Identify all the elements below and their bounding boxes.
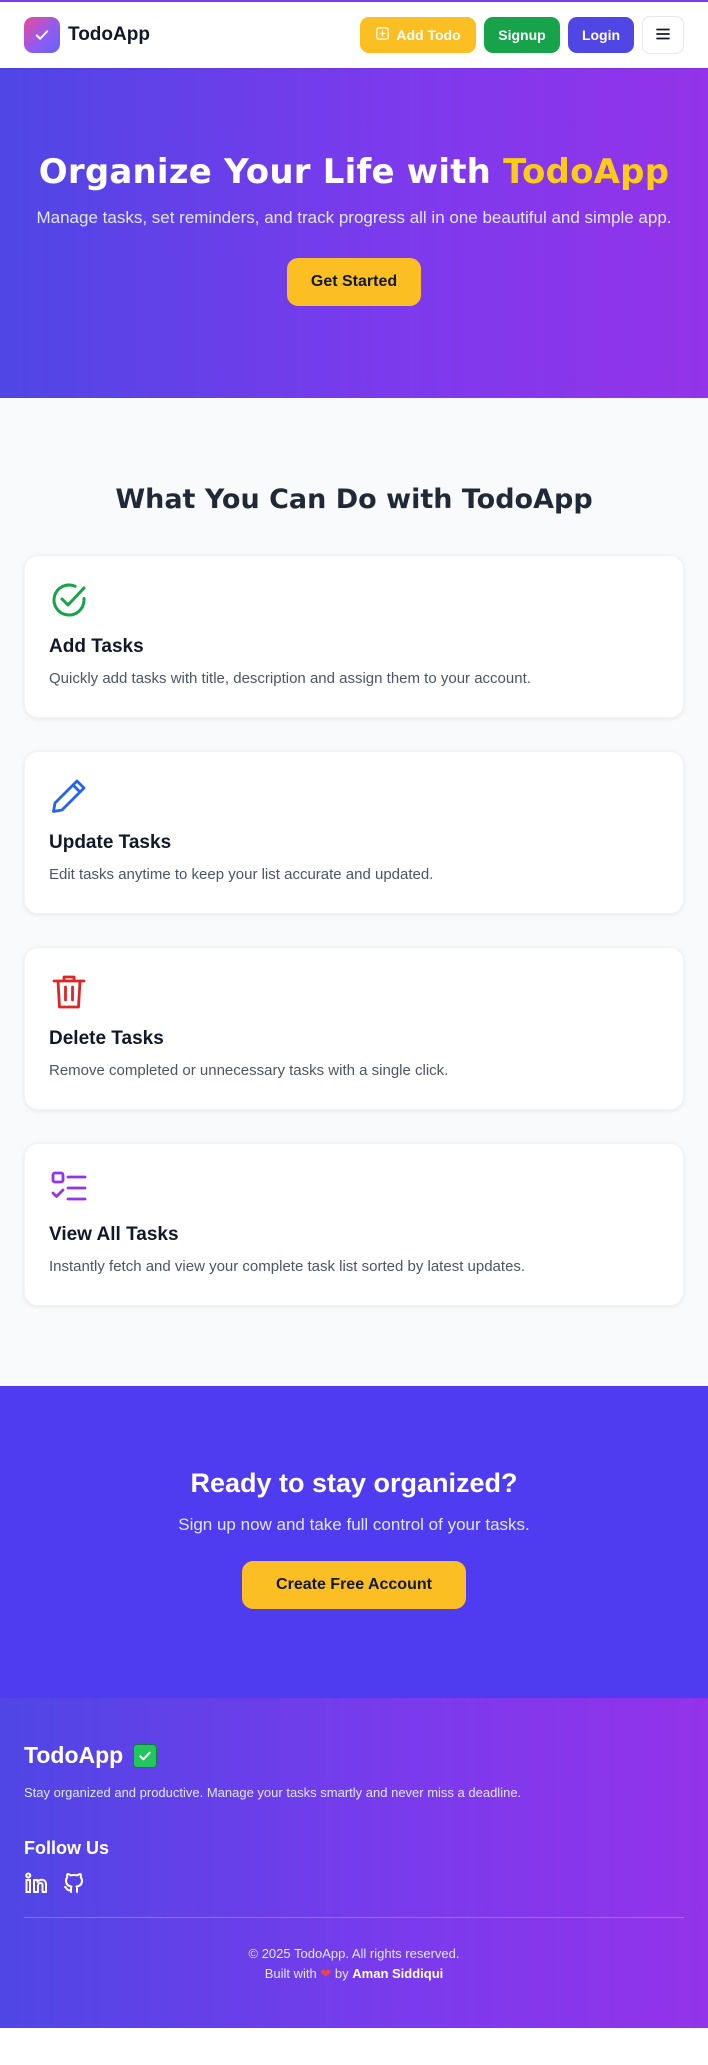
menu-button[interactable] (642, 16, 684, 54)
footer-bottom: © 2025 TodoApp. All rights reserved. Bui… (24, 1944, 684, 1984)
cta-title: Ready to stay organized? (190, 1468, 518, 1498)
feature-card: View All Tasks Instantly fetch and view … (24, 1143, 684, 1306)
feature-title: Delete Tasks (49, 1028, 164, 1049)
add-todo-button[interactable]: Add Todo (360, 17, 476, 53)
feature-title: Update Tasks (49, 832, 172, 853)
built-with-text: Built with (264, 1966, 317, 1981)
feature-description: Edit tasks anytime to keep your list acc… (49, 866, 434, 883)
plus-square-icon (375, 26, 390, 44)
pencil-icon (49, 776, 89, 816)
hero-section: Organize Your Life with TodoApp Manage t… (0, 68, 708, 398)
list-check-icon (49, 1168, 89, 1208)
get-started-button[interactable]: Get Started (286, 258, 422, 306)
check-circle-icon (49, 580, 89, 620)
follow-us-title: Follow Us (24, 1838, 109, 1858)
hero-subtitle: Manage tasks, set reminders, and track p… (36, 208, 672, 227)
hero-title: Organize Your Life with TodoApp (39, 152, 669, 192)
footer-tagline: Stay organized and productive. Manage yo… (24, 1785, 522, 1800)
hamburger-icon (654, 25, 672, 46)
footer-divider (24, 1917, 684, 1918)
add-todo-label: Add Todo (396, 27, 461, 43)
navbar: TodoApp Add Todo Signup Login (0, 0, 708, 68)
social-links (24, 1871, 684, 1895)
author-name[interactable]: Aman Siddiqui (352, 1966, 443, 1981)
page-bottom-strip (0, 2028, 708, 2048)
brand-name: TodoApp (68, 24, 150, 45)
linkedin-icon[interactable] (24, 1871, 48, 1895)
hero-title-prefix: Organize Your Life with (38, 152, 504, 192)
hero-title-accent: TodoApp (503, 152, 670, 192)
logo-check-icon (24, 17, 60, 53)
check-mark-icon (133, 1743, 158, 1768)
footer-brand-name: TodoApp (24, 1742, 124, 1768)
login-button[interactable]: Login (568, 17, 634, 53)
cta-section: Ready to stay organized? Sign up now and… (0, 1386, 708, 1698)
feature-description: Remove completed or unnecessary tasks wi… (49, 1062, 449, 1079)
footer: TodoApp Stay organized and productive. M… (0, 1698, 708, 2028)
feature-card: Delete Tasks Remove completed or unneces… (24, 947, 684, 1110)
built-with-line: Built with ❤ by Aman Siddiqui (24, 1964, 684, 1984)
copyright-text: © 2025 TodoApp. All rights reserved. (248, 1946, 460, 1961)
create-account-button[interactable]: Create Free Account (242, 1561, 466, 1609)
footer-brand: TodoApp (24, 1742, 684, 1769)
trash-icon (49, 972, 89, 1012)
signup-button[interactable]: Signup (484, 17, 560, 53)
feature-description: Instantly fetch and view your complete t… (49, 1258, 526, 1275)
features-section: What You Can Do with TodoApp Add Tasks Q… (0, 398, 708, 1386)
cta-subtitle: Sign up now and take full control of you… (178, 1515, 530, 1534)
feature-description: Quickly add tasks with title, descriptio… (49, 670, 531, 687)
feature-title: Add Tasks (49, 636, 144, 657)
feature-title: View All Tasks (49, 1224, 179, 1245)
github-icon[interactable] (62, 1871, 86, 1895)
feature-card: Update Tasks Edit tasks anytime to keep … (24, 751, 684, 914)
feature-card: Add Tasks Quickly add tasks with title, … (24, 555, 684, 718)
brand[interactable]: TodoApp (24, 17, 150, 53)
nav-actions: Add Todo Signup Login (360, 16, 684, 54)
features-title: What You Can Do with TodoApp (115, 484, 593, 515)
by-text: by (334, 1966, 349, 1981)
heart-icon: ❤ (320, 1966, 332, 1981)
